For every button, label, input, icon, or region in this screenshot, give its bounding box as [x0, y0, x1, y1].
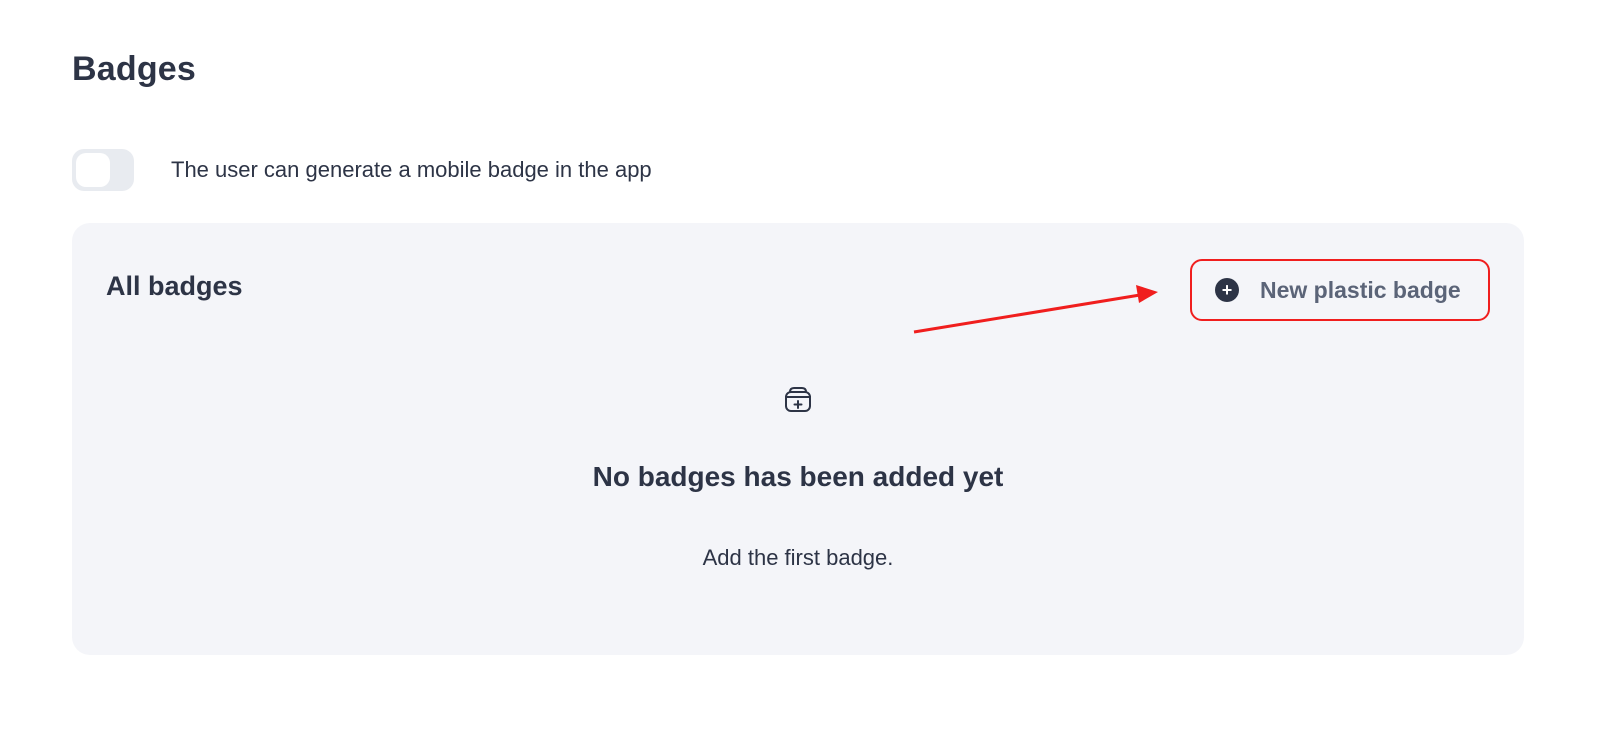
- page-title: Badges: [72, 50, 197, 88]
- panel-title: All badges: [106, 271, 243, 301]
- mobile-badge-toggle-label: The user can generate a mobile badge in …: [171, 157, 652, 182]
- empty-state-title: No badges has been added yet: [592, 461, 1004, 492]
- mobile-badge-toggle[interactable]: [72, 149, 134, 191]
- new-plastic-badge-label: New plastic badge: [1260, 276, 1461, 303]
- all-badges-panel: All badges + New plastic badge No badges…: [72, 223, 1524, 655]
- plus-circle-icon: +: [1215, 278, 1239, 302]
- new-plastic-badge-button[interactable]: + New plastic badge: [1190, 259, 1490, 321]
- toggle-knob: [76, 153, 110, 187]
- badge-holder-add-icon: [785, 387, 811, 412]
- empty-state-subtitle: Add the first badge.: [702, 545, 894, 570]
- mobile-badge-setting: The user can generate a mobile badge in …: [72, 149, 652, 191]
